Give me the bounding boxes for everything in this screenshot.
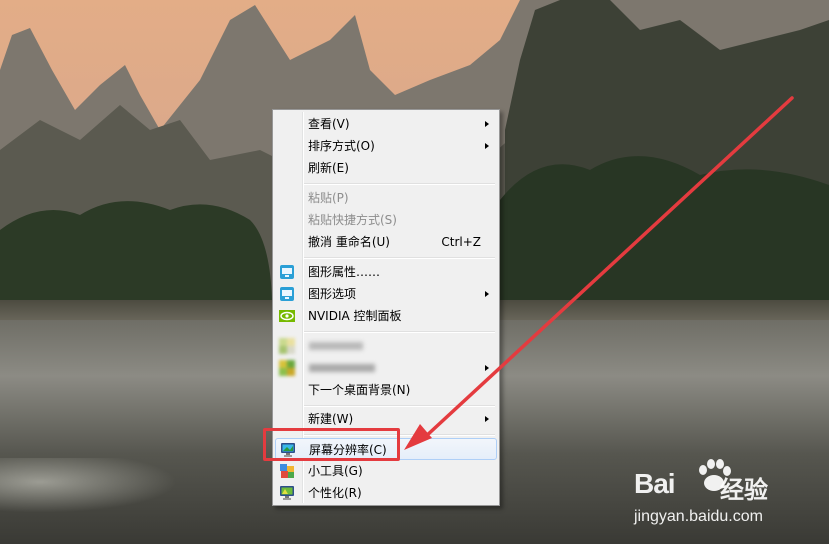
baidu-jingyan-watermark: Bai 经验 jingyan.baidu.com bbox=[632, 456, 822, 536]
watermark-brand-suffix: 经验 bbox=[720, 476, 768, 504]
watermark-url: jingyan.baidu.com bbox=[634, 508, 763, 525]
watermark-brand: Bai bbox=[634, 468, 676, 499]
